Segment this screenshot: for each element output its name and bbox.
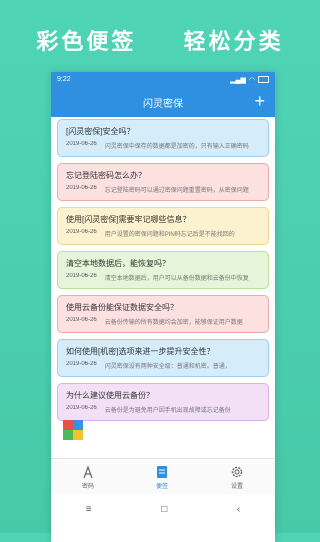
status-time: 9:22 (57, 76, 71, 83)
note-excerpt: 用户设置的密保问题和PIN码忘记后是不能找回的 (104, 232, 235, 238)
note-card[interactable]: 如何使用[机密]选项来进一步提升安全性？ 2019-06-26 闪灵密保设有两种安全… (57, 339, 269, 377)
slogan: 彩色便签 轻松分类 (0, 24, 320, 56)
nav-item-note[interactable]: 便签 (156, 465, 168, 490)
note-date: 2019-06-26 (66, 317, 97, 323)
nav-label: 便签 (155, 483, 168, 490)
note-excerpt: 云备份是为避免用户因手机出现故障或忘记备份 (104, 408, 231, 414)
note-card[interactable]: 忘记登陆密码怎么办？ 2019-06-26 忘记登陆密码可以通过密保问题重置密码，从… (57, 163, 269, 201)
app-bar: 闪灵密保 + (51, 87, 275, 117)
note-date: 2019-06-26 (66, 185, 97, 191)
note-excerpt: 闪灵密保设有两种安全级：普通和机密。普通， (104, 364, 231, 370)
note-date: 2019-06-26 (66, 229, 97, 235)
note-icon (156, 465, 168, 479)
note-title: 如何使用[机密]选项来进一步提升安全性？ (66, 347, 215, 356)
nav-item-password[interactable]: 密码 (81, 464, 94, 490)
note-title: 为什么建议使用云备份？ (66, 391, 154, 400)
menu-icon[interactable]: ≡ (86, 504, 92, 515)
slogan-part2: 轻松分类 (183, 29, 284, 54)
note-title: 清空本地数据后，能恢复吗？ (66, 259, 170, 268)
note-title: 使用[闪灵密保]需要牢记哪些信息？ (66, 215, 191, 224)
gear-icon (230, 465, 244, 479)
note-excerpt: 云备份传输的所有数据均会加密，能够保证用户数据 (104, 320, 243, 326)
wifi-icon: ◠ (248, 76, 255, 84)
color-tile (63, 420, 73, 430)
note-card[interactable]: 使用云备份能保证数据安全吗？ 2019-06-26 云备份传输的所有数据均会加密，能… (57, 295, 269, 333)
note-title: [闪灵密保]安全吗？ (66, 127, 135, 136)
back-icon[interactable]: ‹ (237, 504, 240, 515)
phone-screen: 9:22 ▂▄▆ ◠ 闪灵密保 + [闪灵密保]安全吗？ 2019-06-26 闪灵… (51, 72, 275, 542)
note-list: [闪灵密保]安全吗？ 2019-06-26 闪灵密保中保存的数据都是加密的，只有输入… (51, 117, 275, 421)
note-date: 2019-06-26 (66, 405, 97, 411)
slogan-part1: 彩色便签 (36, 29, 137, 54)
battery-icon (258, 76, 269, 83)
note-card[interactable]: 清空本地数据后，能恢复吗？ 2019-06-26 清空本地数据后，用户可以从备份数据… (57, 251, 269, 289)
note-excerpt: 清空本地数据后，用户可以从备份数据和云备份中恢复 (104, 276, 249, 282)
note-meta: 2019-06-26 闪灵密保设有两种安全级：普通和机密。普通， (66, 361, 262, 370)
bottom-nav: 密码 便签 设置 (51, 458, 275, 495)
system-nav-bar: ≡ □ ‹ (51, 494, 275, 524)
color-tile (73, 420, 83, 430)
note-date: 2019-06-26 (66, 273, 97, 279)
note-meta: 2019-06-26 云备份是为避免用户因手机出现故障或忘记备份 (66, 405, 262, 414)
nav-item-gear[interactable]: 设置 (230, 465, 244, 490)
color-category-button[interactable] (63, 420, 83, 440)
note-meta: 2019-06-26 用户设置的密保问题和PIN码忘记后是不能找回的 (66, 229, 262, 238)
note-card[interactable]: 为什么建议使用云备份？ 2019-06-26 云备份是为避免用户因手机出现故障或忘记… (57, 383, 269, 421)
add-note-button[interactable]: + (254, 91, 265, 111)
note-card[interactable]: 使用[闪灵密保]需要牢记哪些信息？ 2019-06-26 用户设置的密保问题和PIN… (57, 207, 269, 245)
status-icons: ▂▄▆ ◠ (230, 76, 269, 84)
password-icon (82, 464, 94, 479)
app-title: 闪灵密保 (143, 98, 183, 110)
home-icon[interactable]: □ (161, 504, 167, 515)
signal-icon: ▂▄▆ (230, 76, 246, 84)
color-tile (63, 430, 73, 440)
note-meta: 2019-06-26 闪灵密保中保存的数据都是加密的，只有输入正确密码 (66, 141, 262, 150)
note-title: 忘记登陆密码怎么办？ (66, 171, 146, 180)
note-meta: 2019-06-26 云备份传输的所有数据均会加密，能够保证用户数据 (66, 317, 262, 326)
nav-label: 密码 (81, 483, 94, 490)
note-excerpt: 闪灵密保中保存的数据都是加密的，只有输入正确密码 (104, 144, 249, 150)
color-tile (73, 430, 83, 440)
note-card[interactable]: [闪灵密保]安全吗？ 2019-06-26 闪灵密保中保存的数据都是加密的，只有输入… (57, 119, 269, 157)
nav-label: 设置 (230, 483, 243, 490)
note-title: 使用云备份能保证数据安全吗？ (66, 303, 178, 312)
note-date: 2019-06-26 (66, 361, 97, 367)
note-excerpt: 忘记登陆密码可以通过密保问题重置密码，从密保问题 (104, 188, 249, 194)
status-bar: 9:22 ▂▄▆ ◠ (51, 72, 275, 87)
note-date: 2019-06-26 (66, 141, 97, 147)
note-meta: 2019-06-26 忘记登陆密码可以通过密保问题重置密码，从密保问题 (66, 185, 262, 194)
note-meta: 2019-06-26 清空本地数据后，用户可以从备份数据和云备份中恢复 (66, 273, 262, 282)
